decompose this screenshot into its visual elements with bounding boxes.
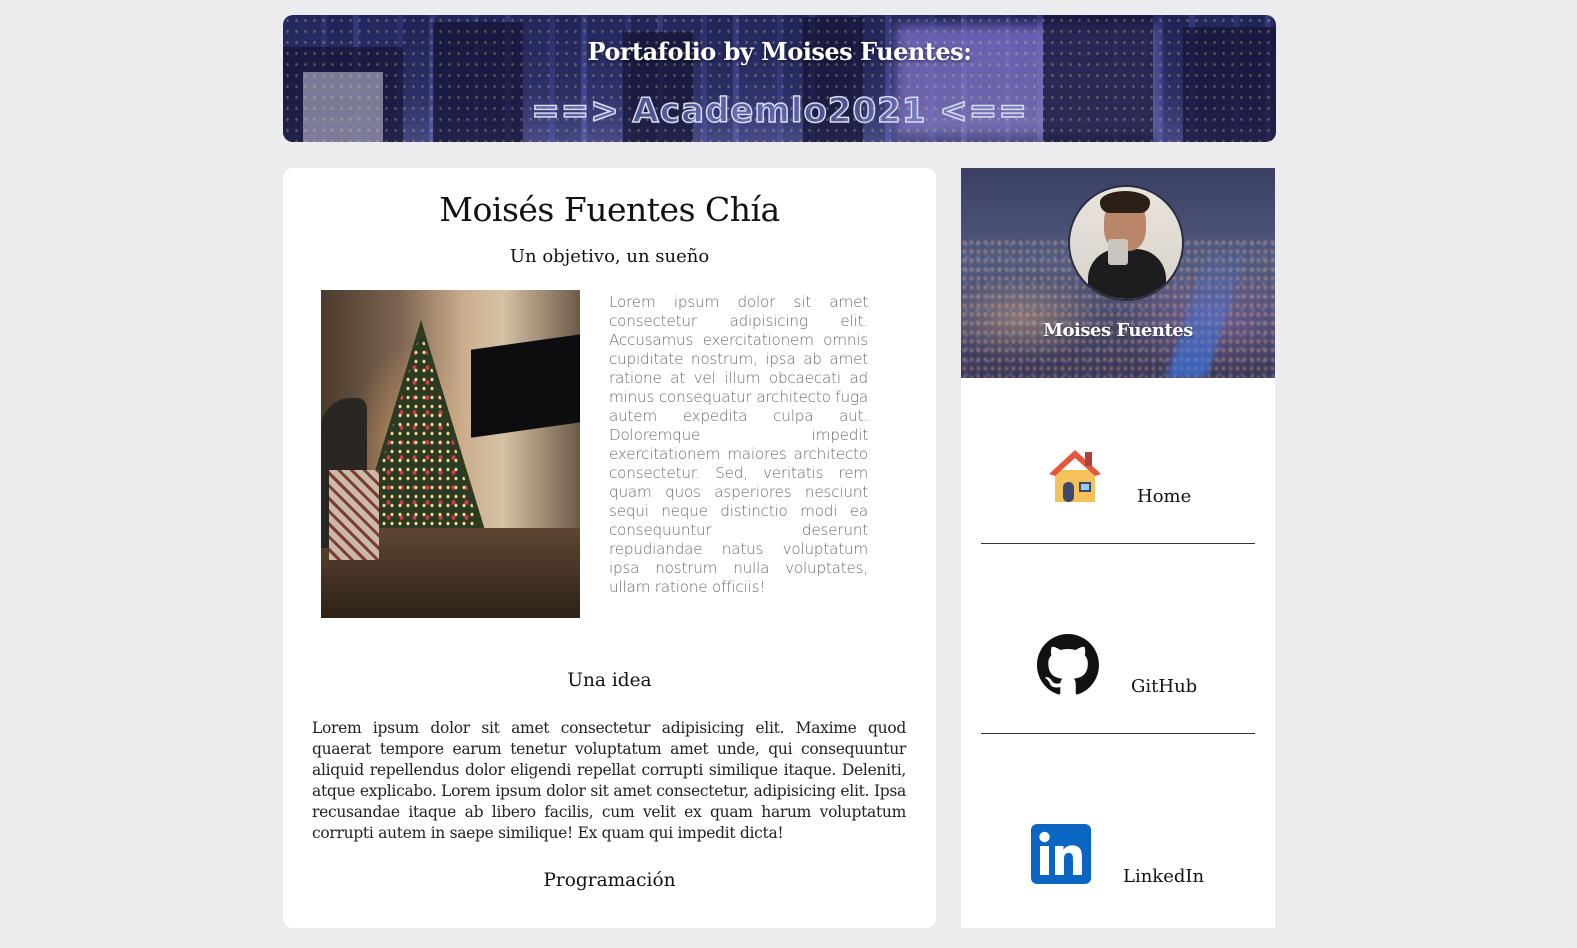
profile-name: Moises Fuentes (1043, 320, 1193, 341)
sidebar-nav: Home GitHub LinkedIn (961, 378, 1275, 928)
avatar-phone (1108, 239, 1128, 265)
avatar-hair (1100, 191, 1150, 213)
nav-item-home[interactable]: Home (981, 378, 1255, 568)
page-tagline: Un objetivo, un sueño (509, 246, 710, 267)
house-icon (1049, 450, 1101, 502)
christmas-tree-photo (321, 290, 580, 618)
nav-item-linkedin[interactable]: LinkedIn (981, 758, 1255, 948)
nav-label-home: Home (1137, 486, 1192, 507)
profile-card: Moises Fuentes (961, 168, 1275, 378)
intro-paragraph: Lorem ipsum dolor sit amet consectetur a… (609, 293, 868, 596)
nav-label-github: GitHub (1131, 676, 1198, 697)
nav-label-linkedin: LinkedIn (1123, 866, 1205, 887)
header-banner: Portafolio by Moises Fuentes: ==> Academ… (283, 15, 1276, 142)
nav-item-github[interactable]: GitHub (981, 568, 1255, 758)
banner-title: Portafolio by Moises Fuentes: (587, 37, 972, 66)
photo-gift (329, 470, 379, 560)
github-icon (1037, 634, 1099, 695)
nav-divider (981, 543, 1255, 544)
idea-heading: Una idea (567, 670, 652, 691)
avatar (1068, 185, 1184, 301)
banner-subtitle: ==> Academlo2021 <== (531, 90, 1028, 132)
linkedin-icon (1031, 824, 1091, 884)
page-title: Moisés Fuentes Chía (439, 190, 780, 229)
nav-divider (981, 733, 1255, 734)
programming-heading: Programación (543, 870, 676, 891)
main-content-card: Moisés Fuentes Chía Un objetivo, un sueñ… (283, 168, 936, 928)
idea-paragraph: Lorem ipsum dolor sit amet consectetur a… (312, 719, 906, 842)
